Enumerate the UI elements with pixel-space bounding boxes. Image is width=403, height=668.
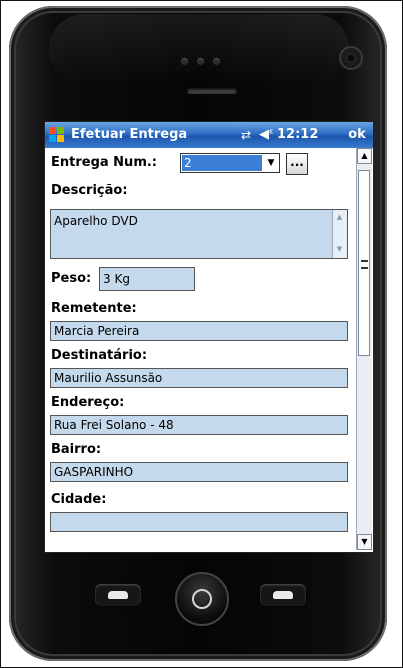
- clock[interactable]: 12:12: [277, 127, 318, 142]
- destinatario-field[interactable]: Maurilio Assunsão: [50, 368, 348, 388]
- form-content: Entrega Num.: 2 ▼ ... Descrição: Aparelh…: [45, 148, 355, 552]
- front-camera-icon: [339, 46, 363, 70]
- descricao-scrollbar[interactable]: ▲ ▼: [332, 210, 347, 258]
- vertical-scrollbar[interactable]: ▲ ▼: [356, 148, 372, 550]
- home-button[interactable]: [175, 572, 229, 626]
- peso-label: Peso:: [51, 271, 92, 286]
- descricao-textarea[interactable]: Aparelho DVD ▲ ▼: [50, 209, 348, 259]
- phone-handset-icon: [108, 591, 128, 599]
- windows-start-icon[interactable]: [49, 127, 65, 143]
- entrega-num-label: Entrega Num.:: [51, 155, 157, 170]
- remetente-field[interactable]: Marcia Pereira: [50, 321, 348, 341]
- bairro-field[interactable]: GASPARINHO: [50, 462, 348, 482]
- endereco-label: Endereço:: [51, 395, 125, 410]
- entrega-num-select[interactable]: 2 ▼: [180, 153, 280, 173]
- destinatario-label: Destinatário:: [51, 348, 148, 363]
- connectivity-icon[interactable]: ⇄: [241, 128, 251, 142]
- scroll-up-icon[interactable]: ▲: [335, 213, 344, 222]
- descricao-label: Descrição:: [51, 183, 128, 198]
- end-call-button[interactable]: [260, 584, 306, 606]
- browse-button[interactable]: ...: [286, 153, 308, 175]
- call-button[interactable]: [95, 584, 141, 606]
- grip-icon: [361, 260, 368, 269]
- scroll-up-icon[interactable]: ▲: [357, 148, 372, 164]
- scroll-down-icon[interactable]: ▼: [357, 534, 372, 550]
- descricao-value: Aparelho DVD: [54, 214, 138, 228]
- ok-button[interactable]: ok: [343, 124, 371, 146]
- cidade-field[interactable]: [50, 512, 348, 532]
- chevron-down-icon[interactable]: ▼: [264, 155, 278, 171]
- hang-up-icon: [273, 591, 293, 599]
- home-icon: [192, 589, 212, 609]
- remetente-label: Remetente:: [51, 301, 137, 316]
- sensor-dots: [181, 58, 251, 66]
- phone-screen: Efetuar Entrega ⇄ ◀ᵋ 12:12 ok Entrega Nu…: [44, 121, 374, 553]
- speaker-icon[interactable]: ◀ᵋ: [259, 127, 274, 142]
- bairro-label: Bairro:: [51, 442, 102, 457]
- peso-field[interactable]: 3 Kg: [99, 267, 195, 291]
- entrega-num-value: 2: [182, 155, 262, 171]
- scroll-down-icon[interactable]: ▼: [335, 245, 344, 254]
- earpiece: [187, 88, 237, 94]
- window-title: Efetuar Entrega: [71, 127, 188, 142]
- scroll-thumb[interactable]: [358, 170, 370, 356]
- endereco-field[interactable]: Rua Frei Solano - 48: [50, 415, 348, 435]
- title-bar: Efetuar Entrega ⇄ ◀ᵋ 12:12 ok: [45, 122, 373, 148]
- cidade-label: Cidade:: [51, 492, 107, 507]
